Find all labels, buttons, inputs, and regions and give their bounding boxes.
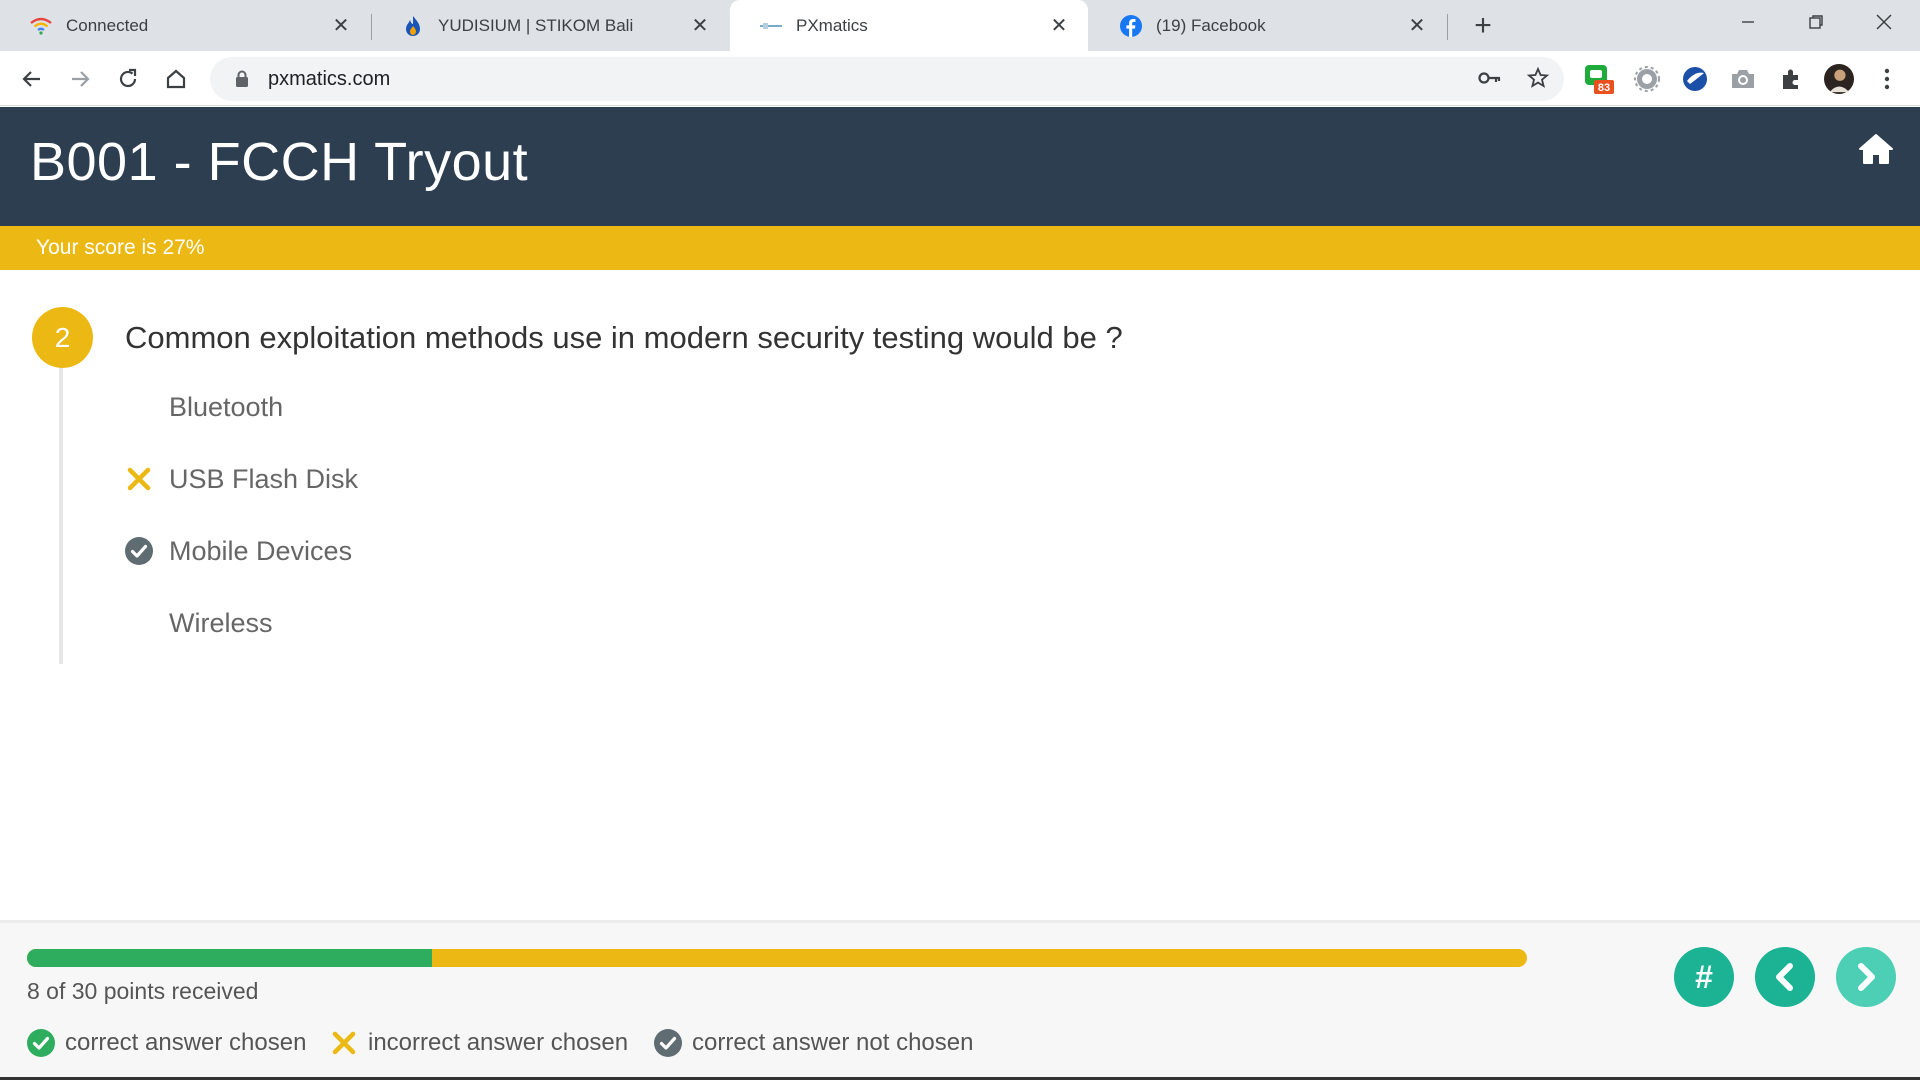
browser-tab-strip: Connected ✕ YUDISIUM | STIKOM Bali ✕ PXm… <box>0 0 1920 51</box>
minimize-icon[interactable] <box>1714 0 1782 44</box>
close-icon[interactable]: ✕ <box>689 15 711 37</box>
tab-facebook[interactable]: (19) Facebook ✕ <box>1090 0 1446 51</box>
wifi-icon <box>30 15 52 37</box>
answer-label: USB Flash Disk <box>169 463 359 494</box>
next-question-button[interactable] <box>1836 947 1896 1007</box>
tab-title: (19) Facebook <box>1156 15 1266 35</box>
pxmatics-icon <box>760 15 782 37</box>
close-icon[interactable]: ✕ <box>1048 15 1070 37</box>
tab-title: Connected <box>66 15 149 35</box>
home-icon[interactable] <box>1856 129 1896 169</box>
incorrect-x-icon <box>330 1029 358 1057</box>
extension-badge: 83 <box>1598 82 1610 94</box>
lock-icon <box>232 69 252 89</box>
bird-extension-icon[interactable] <box>1680 64 1710 94</box>
gear-extension-icon[interactable] <box>1632 64 1662 94</box>
tab-connected[interactable]: Connected ✕ <box>0 0 370 51</box>
results-footer: 8 of 30 points received correct answer c… <box>0 920 1920 1080</box>
legend-label: incorrect answer chosen <box>368 1029 629 1056</box>
answer-label: Wireless <box>169 607 273 638</box>
address-bar[interactable]: pxmatics.com <box>210 57 1564 101</box>
answer-option: Mobile Devices <box>125 531 352 571</box>
points-received-text: 8 of 30 points received <box>27 978 259 1004</box>
more-menu-icon[interactable] <box>1872 64 1902 94</box>
answer-option: Wireless <box>125 603 273 643</box>
restore-icon[interactable] <box>1782 0 1850 44</box>
question-timeline-line <box>59 340 63 664</box>
previous-question-button[interactable] <box>1755 947 1815 1007</box>
close-window-icon[interactable] <box>1850 0 1918 44</box>
facebook-icon <box>1120 14 1142 37</box>
puzzle-extensions-icon[interactable] <box>1776 64 1806 94</box>
question-text: Common exploitation methods use in moder… <box>125 320 1123 355</box>
close-icon[interactable]: ✕ <box>1406 15 1428 37</box>
url-text: pxmatics.com <box>268 67 391 90</box>
chat-extension-icon[interactable]: 83 <box>1584 64 1614 94</box>
back-arrow-icon[interactable] <box>14 61 50 97</box>
chevron-left-icon <box>1776 963 1793 991</box>
tab-title: PXmatics <box>796 15 868 35</box>
forward-arrow-icon[interactable] <box>62 61 98 97</box>
question-number-badge: 2 <box>32 307 93 368</box>
close-icon[interactable]: ✕ <box>330 15 352 37</box>
tab-title: YUDISIUM | STIKOM Bali <box>438 15 634 35</box>
score-banner: Your score is 27% <box>0 226 1920 270</box>
legend-label: correct answer chosen <box>65 1029 307 1056</box>
score-text: Your score is 27% <box>36 236 205 259</box>
legend-correct-chosen: correct answer chosen <box>27 1028 306 1058</box>
tab-yudisium[interactable]: YUDISIUM | STIKOM Bali ✕ <box>372 0 729 51</box>
quiz-header: B001 - FCCH Tryout <box>0 107 1920 226</box>
points-progress-bar <box>27 949 1527 967</box>
answer-option: Bluetooth <box>125 387 283 427</box>
tab-divider <box>1447 14 1448 40</box>
tab-pxmatics[interactable]: PXmatics ✕ <box>730 0 1088 51</box>
answer-label: Mobile Devices <box>169 535 353 566</box>
browser-toolbar: pxmatics.com 83 <box>0 51 1920 106</box>
flame-icon <box>402 15 424 37</box>
question-overview-button[interactable]: # <box>1674 947 1734 1007</box>
home-icon[interactable] <box>158 61 194 97</box>
answer-label: Bluetooth <box>169 391 284 422</box>
chevron-right-icon <box>1858 963 1875 991</box>
page-title: B001 - FCCH Tryout <box>30 132 529 192</box>
bookmark-star-icon[interactable] <box>1522 62 1554 94</box>
legend-incorrect-chosen: incorrect answer chosen <box>330 1028 628 1058</box>
key-icon[interactable] <box>1474 62 1506 94</box>
progress-fill <box>27 949 432 967</box>
reload-icon[interactable] <box>110 61 146 97</box>
camera-icon[interactable] <box>1728 64 1758 94</box>
new-tab-button[interactable]: + <box>1466 9 1500 43</box>
check-circle-icon <box>654 1029 682 1057</box>
legend-label: correct answer not chosen <box>692 1029 974 1056</box>
check-circle-icon <box>27 1029 55 1057</box>
answer-option: USB Flash Disk <box>125 459 358 499</box>
incorrect-x-icon <box>125 465 153 493</box>
legend-correct-not-chosen: correct answer not chosen <box>654 1028 973 1058</box>
profile-avatar[interactable] <box>1824 64 1854 94</box>
check-circle-icon <box>125 537 153 565</box>
